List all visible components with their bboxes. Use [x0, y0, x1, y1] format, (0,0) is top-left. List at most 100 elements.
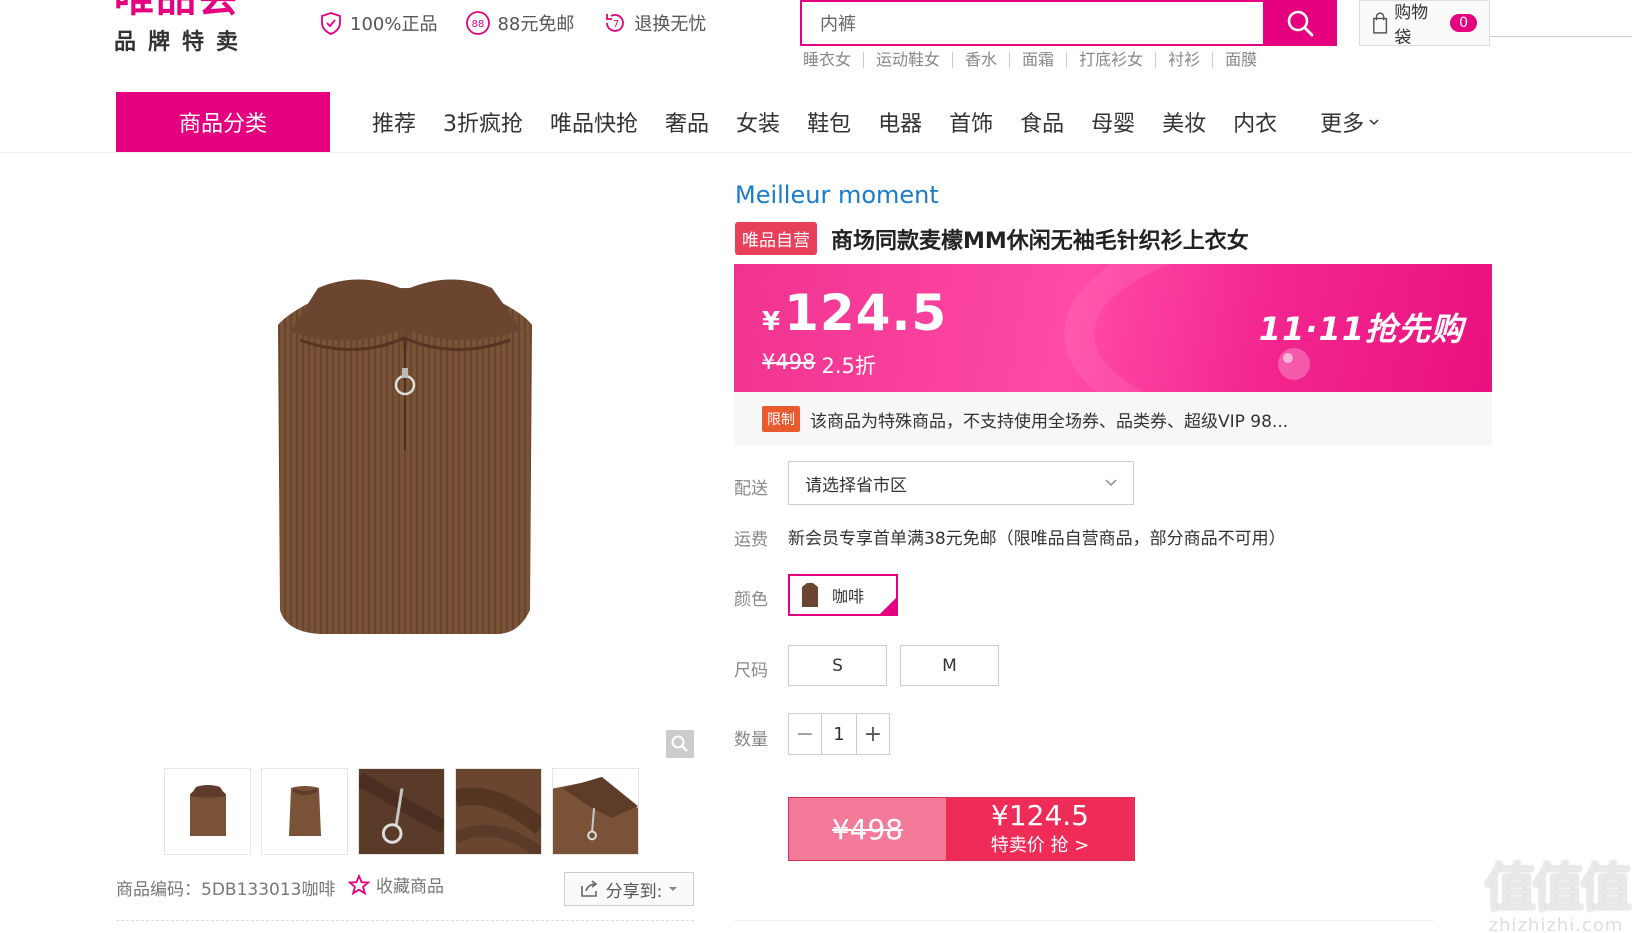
badge-88-icon: 88 — [466, 11, 491, 35]
nav-item-food[interactable]: 食品 — [1020, 106, 1064, 138]
buy-label: 特卖价 抢 > — [990, 835, 1090, 856]
nav-item-baby[interactable]: 母婴 — [1091, 106, 1135, 138]
hot-search-words: 睡衣女 运动鞋女 香水 面霜 打底衫女 衬衫 面膜 — [803, 52, 1269, 68]
divider — [116, 920, 694, 921]
nav-item-quick-grab[interactable]: 唯品快抢 — [550, 106, 638, 138]
nav-item-recommend[interactable]: 推荐 — [372, 106, 416, 138]
price-value: 124.5 — [784, 284, 948, 342]
currency-symbol: ¥ — [762, 307, 781, 337]
favorite-button[interactable]: 收藏商品 — [348, 872, 444, 897]
category-menu-button[interactable]: 商品分类 — [116, 92, 330, 152]
divider — [734, 920, 1434, 921]
promise-free-shipping: 88 88元免邮 — [465, 10, 574, 36]
hot-word[interactable]: 面霜 — [1009, 52, 1066, 68]
color-label: 颜色 — [734, 590, 768, 610]
product-code: 商品编码：5DB133013咖啡 — [116, 880, 336, 900]
quantity-value[interactable]: 1 — [821, 714, 857, 754]
discount-label: 2.5折 — [821, 354, 876, 378]
hot-word[interactable]: 香水 — [952, 52, 1009, 68]
nav-item-shoes-bags[interactable]: 鞋包 — [807, 106, 851, 138]
region-select[interactable]: 请选择省市区 — [788, 461, 1134, 505]
size-option-s[interactable]: S — [788, 645, 887, 686]
thumbnail[interactable] — [164, 768, 251, 855]
main-nav: 推荐 3折疯抢 唯品快抢 奢品 女装 鞋包 电器 首饰 食品 母婴 美妆 内衣 … — [372, 92, 1407, 152]
price-banner: ¥ 124.5 ¥498 2.5折 11·11抢先购 — [734, 264, 1492, 392]
header-divider — [1490, 36, 1632, 37]
nav-item-jewelry[interactable]: 首饰 — [949, 106, 993, 138]
return-icon: 7 — [606, 14, 625, 32]
watermark-logo: 值值值 — [1484, 858, 1632, 919]
search-button[interactable] — [1263, 0, 1337, 46]
share-label: 分享到: — [605, 881, 663, 902]
thumbnail-image — [189, 784, 226, 836]
original-price-row: ¥498 2.5折 — [762, 350, 876, 380]
selected-check-icon — [878, 596, 896, 614]
nav-item-luxury[interactable]: 奢品 — [665, 106, 709, 138]
delivery-label: 配送 — [734, 479, 768, 499]
search-bar — [800, 0, 1337, 46]
buy-button-group: ¥498 ¥124.5 特卖价 抢 > — [788, 797, 1135, 861]
shipping-info: 新会员专享首单满38元免邮（限唯品自营商品，部分商品不可用） — [788, 529, 1286, 549]
hot-word[interactable]: 运动鞋女 — [863, 52, 952, 68]
nav-item-flash-30[interactable]: 3折疯抢 — [443, 106, 523, 138]
cart-count-badge: 0 — [1450, 14, 1477, 32]
color-option-coffee[interactable]: 咖啡 — [788, 574, 898, 616]
nav-item-womens[interactable]: 女装 — [736, 106, 780, 138]
promo-tag: 11·11抢先购 — [1258, 310, 1464, 348]
thumbnail-image — [288, 785, 321, 836]
chevron-down-icon — [1369, 119, 1379, 126]
current-price: ¥ 124.5 — [762, 284, 947, 342]
brand-link[interactable]: Meilleur moment — [735, 181, 939, 209]
self-operated-badge: 唯品自营 — [735, 222, 817, 255]
bubble-decoration — [1278, 348, 1310, 380]
shipping-label: 运费 — [734, 530, 768, 550]
nav-item-beauty[interactable]: 美妆 — [1162, 106, 1206, 138]
nav-item-underwear[interactable]: 内衣 — [1233, 106, 1277, 138]
thumbnail-image — [456, 769, 541, 854]
shopping-bag-icon — [1373, 12, 1388, 34]
svg-text:7: 7 — [613, 19, 619, 30]
favorite-label: 收藏商品 — [376, 877, 444, 897]
chevron-down-icon — [1105, 479, 1117, 486]
nav-divider — [0, 152, 1632, 153]
restriction-notice: 限制 该商品为特殊商品，不支持使用全场券、品类券、超级VIP 98... — [734, 392, 1492, 446]
size-option-m[interactable]: M — [900, 645, 999, 686]
thumbnail-image — [553, 769, 638, 854]
hot-word[interactable]: 面膜 — [1212, 52, 1269, 68]
buy-price: ¥124.5 — [991, 799, 1089, 832]
promise-authentic: 100%正品 — [318, 10, 437, 36]
quantity-stepper: − 1 + — [788, 713, 890, 755]
quantity-decrease-button[interactable]: − — [789, 714, 821, 754]
logo[interactable]: 唯品会 品牌特卖 — [114, 0, 286, 56]
hot-word[interactable]: 衬衫 — [1155, 52, 1212, 68]
nav-more-label: 更多 — [1320, 112, 1365, 137]
cart-button[interactable]: 购物袋 0 — [1359, 0, 1490, 48]
thumbnail[interactable] — [261, 768, 348, 855]
watermark: 值值值 zhizhizhi.com — [1484, 846, 1632, 933]
size-label: 尺码 — [734, 661, 768, 681]
zoom-button[interactable] — [666, 730, 694, 758]
thumbnail[interactable] — [552, 768, 639, 855]
thumbnail[interactable] — [358, 768, 445, 855]
region-placeholder: 请选择省市区 — [805, 475, 907, 496]
hot-word[interactable]: 睡衣女 — [803, 52, 863, 68]
caret-down-icon — [669, 887, 678, 891]
quantity-increase-button[interactable]: + — [857, 714, 889, 754]
share-icon — [580, 880, 597, 897]
nav-item-appliances[interactable]: 电器 — [878, 106, 922, 138]
nav-item-more[interactable]: 更多 — [1320, 106, 1380, 138]
thumbnail[interactable] — [455, 768, 542, 855]
promise-return: 7 退换无忧 — [602, 10, 706, 36]
product-main-image[interactable] — [260, 270, 550, 660]
search-input[interactable] — [800, 0, 1263, 46]
title-row: 唯品自营 商场同款麦檬MM休闲无袖毛针织衫上衣女 — [735, 222, 1249, 255]
logo-slogan: 品牌特卖 — [114, 30, 251, 55]
original-price: ¥498 — [762, 350, 816, 374]
restriction-text[interactable]: 该商品为特殊商品，不支持使用全场券、品类券、超级VIP 98... — [810, 407, 1288, 432]
share-dropdown[interactable]: 分享到: — [564, 872, 694, 906]
quantity-label: 数量 — [734, 730, 768, 750]
hot-word[interactable]: 打底衫女 — [1066, 52, 1155, 68]
promise-label: 退换无忧 — [634, 14, 707, 35]
buy-button[interactable]: ¥124.5 特卖价 抢 > — [946, 798, 1134, 860]
magnifier-icon — [671, 735, 688, 752]
